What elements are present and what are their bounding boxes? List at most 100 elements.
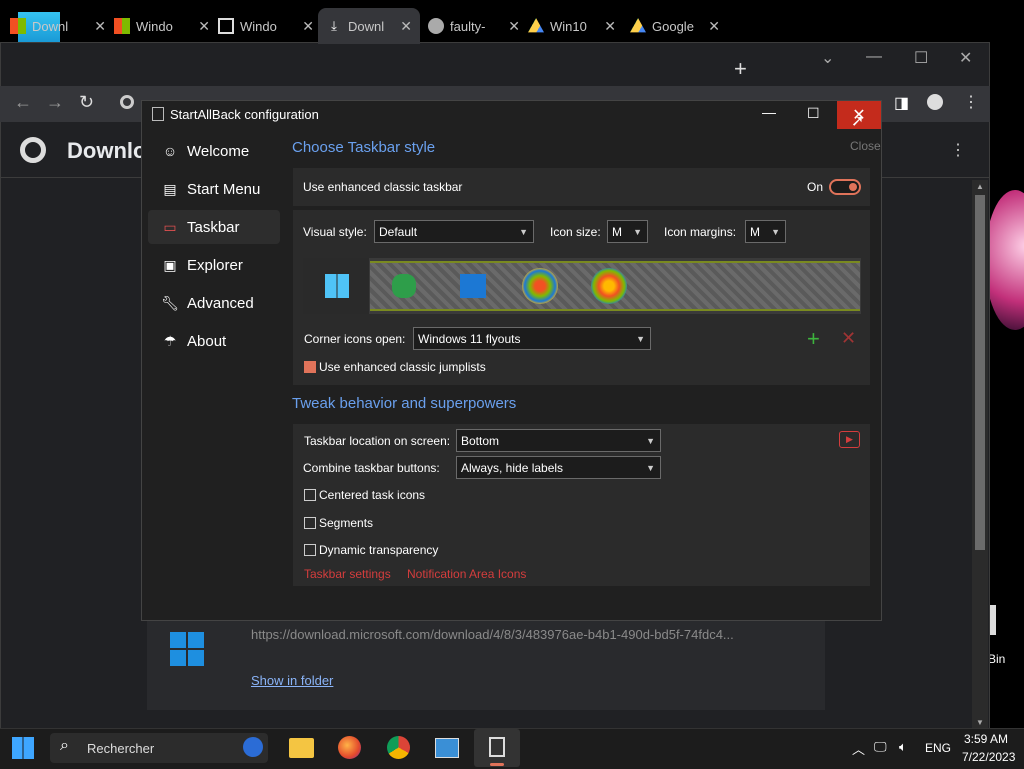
download-url[interactable]: https://download.microsoft.com/download/… bbox=[251, 627, 734, 642]
taskbar-search-box[interactable] bbox=[50, 733, 268, 763]
globe-icon bbox=[428, 18, 444, 34]
dialog-minimize-icon[interactable]: — bbox=[762, 104, 776, 120]
network-icon[interactable]: 🖵︎ bbox=[874, 739, 887, 755]
clock-time[interactable]: 3:59 AM bbox=[964, 732, 1008, 746]
nav-item-welcome[interactable]: ☺ Welcome bbox=[148, 134, 280, 168]
notification-area-link[interactable]: Notification Area Icons bbox=[407, 567, 526, 581]
select-value: M bbox=[612, 224, 622, 239]
tab-6[interactable]: Win10 ✕ bbox=[528, 12, 616, 40]
tab-close-icon[interactable]: ✕ bbox=[604, 18, 616, 35]
icon-margins-label: Icon margins: bbox=[664, 225, 737, 239]
nav-item-start-menu[interactable]: ▤ Start Menu bbox=[148, 172, 280, 206]
centered-icons-checkbox[interactable] bbox=[304, 489, 316, 501]
style-option-windows11[interactable] bbox=[303, 258, 369, 314]
nav-item-advanced[interactable]: 🔧︎ Advanced bbox=[148, 286, 280, 320]
startallback-taskbar-button[interactable] bbox=[474, 729, 520, 767]
volume-icon[interactable]: 🔈︎ bbox=[899, 739, 907, 755]
style-option-windows10-icon[interactable] bbox=[460, 274, 486, 298]
chrome-icon[interactable] bbox=[387, 736, 410, 759]
combine-select[interactable]: Always, hide labels ▼ bbox=[456, 456, 661, 479]
search-icon: ⌕ bbox=[60, 737, 69, 754]
chevron-down-icon: ▼ bbox=[633, 226, 642, 237]
tab-label: Google bbox=[652, 18, 694, 34]
tab-label: Windo bbox=[240, 18, 277, 34]
sidebar-icon[interactable]: ◨ bbox=[894, 93, 909, 113]
folder-icon: ▣ bbox=[163, 256, 177, 273]
tab-4-active[interactable]: ⤓ Downl ✕ bbox=[318, 8, 420, 44]
close-icon[interactable]: ✕ bbox=[959, 48, 972, 68]
control-panel-icon[interactable] bbox=[435, 738, 459, 758]
page-title: Downlo bbox=[67, 138, 147, 163]
back-icon[interactable]: ← bbox=[14, 92, 32, 113]
tab-close-icon[interactable]: ✕ bbox=[198, 18, 210, 35]
nav-label: About bbox=[187, 332, 227, 350]
page-menu-icon[interactable]: ⋮ bbox=[950, 140, 966, 160]
remove-icon[interactable]: ✕ bbox=[841, 328, 856, 349]
reload-icon[interactable]: ↻ bbox=[79, 92, 94, 113]
icon-margins-select[interactable]: M ▼ bbox=[745, 220, 786, 243]
nav-item-taskbar[interactable]: ▭ Taskbar bbox=[148, 210, 280, 244]
nav-item-about[interactable]: ☂ About bbox=[148, 324, 280, 358]
enhanced-taskbar-toggle[interactable] bbox=[829, 179, 861, 195]
scrollbar-thumb[interactable] bbox=[975, 195, 985, 550]
minimize-icon[interactable]: — bbox=[866, 48, 882, 66]
new-tab-button[interactable]: + bbox=[734, 56, 747, 82]
bank-icon bbox=[218, 18, 234, 34]
forward-icon[interactable]: → bbox=[46, 92, 64, 113]
windows-logo-icon bbox=[170, 632, 204, 666]
tab-5[interactable]: faulty- ✕ bbox=[428, 12, 520, 40]
add-icon[interactable]: + bbox=[807, 326, 820, 352]
scroll-up-icon[interactable]: ▲ bbox=[976, 182, 984, 191]
tab-label: Downl bbox=[32, 18, 69, 34]
dynamic-transparency-checkbox[interactable] bbox=[304, 544, 316, 556]
tab-search-chevron-icon[interactable]: ⌄ bbox=[821, 48, 834, 68]
nav-item-explorer[interactable]: ▣ Explorer bbox=[148, 248, 280, 282]
tab-close-icon[interactable]: ✕ bbox=[508, 18, 520, 35]
show-in-folder-link[interactable]: Show in folder bbox=[251, 673, 333, 688]
tab-1[interactable]: Downl ✕ bbox=[10, 12, 106, 40]
tab-label: Windo bbox=[136, 18, 173, 34]
jumplists-checkbox[interactable] bbox=[304, 361, 316, 373]
tab-close-icon[interactable]: ✕ bbox=[708, 18, 720, 35]
start-button-icon[interactable] bbox=[12, 737, 34, 759]
video-play-icon[interactable]: ▶ bbox=[839, 431, 860, 448]
scroll-down-icon[interactable]: ▼ bbox=[976, 718, 984, 727]
visual-style-select[interactable]: Default ▼ bbox=[374, 220, 534, 243]
nav-label: Taskbar bbox=[187, 218, 240, 236]
style-option-windows7-icon[interactable] bbox=[522, 268, 558, 304]
style-option-clover-icon[interactable] bbox=[392, 274, 416, 298]
bing-icon[interactable] bbox=[243, 737, 263, 757]
location-select[interactable]: Bottom ▼ bbox=[456, 429, 661, 452]
tab-label: Win10 bbox=[550, 18, 587, 34]
nav-label: Explorer bbox=[187, 256, 243, 274]
download-icon: ⤓ bbox=[331, 18, 337, 33]
file-explorer-icon[interactable] bbox=[289, 738, 314, 758]
style-option-vista-icon[interactable] bbox=[591, 268, 627, 304]
chevron-up-icon[interactable]: ︿ bbox=[852, 739, 865, 758]
dynamic-transparency-label: Dynamic transparency bbox=[319, 543, 439, 557]
taskbar-settings-link[interactable]: Taskbar settings bbox=[304, 567, 391, 581]
icon-size-select[interactable]: M ▼ bbox=[607, 220, 648, 243]
maximize-icon[interactable]: ☐ bbox=[914, 48, 928, 68]
profile-icon[interactable] bbox=[927, 94, 943, 110]
language-indicator[interactable]: ENG bbox=[925, 741, 951, 755]
menu-icon[interactable]: ⋮ bbox=[963, 92, 979, 112]
segments-checkbox[interactable] bbox=[304, 517, 316, 529]
address-bar[interactable] bbox=[110, 92, 140, 112]
corner-icons-select[interactable]: Windows 11 flyouts ▼ bbox=[413, 327, 651, 350]
section-title-tweaks: Tweak behavior and superpowers bbox=[292, 395, 517, 412]
tab-3[interactable]: Windo ✕ bbox=[218, 12, 314, 40]
chevron-down-icon: ▼ bbox=[519, 226, 528, 237]
dialog-maximize-icon[interactable]: ☐ bbox=[807, 105, 820, 122]
tab-7[interactable]: Google ✕ bbox=[630, 12, 720, 40]
tab-2[interactable]: Windo ✕ bbox=[114, 12, 210, 40]
tab-close-icon[interactable]: ✕ bbox=[400, 18, 412, 35]
tab-close-icon[interactable]: ✕ bbox=[302, 18, 314, 35]
google-drive-icon bbox=[528, 18, 544, 33]
firefox-icon[interactable] bbox=[338, 736, 361, 759]
tab-close-icon[interactable]: ✕ bbox=[94, 18, 106, 35]
dialog-title: StartAllBack configuration bbox=[170, 107, 319, 122]
nav-label: Advanced bbox=[187, 294, 254, 312]
clock-date[interactable]: 7/22/2023 bbox=[962, 750, 1015, 764]
startallback-app-icon bbox=[489, 737, 505, 757]
